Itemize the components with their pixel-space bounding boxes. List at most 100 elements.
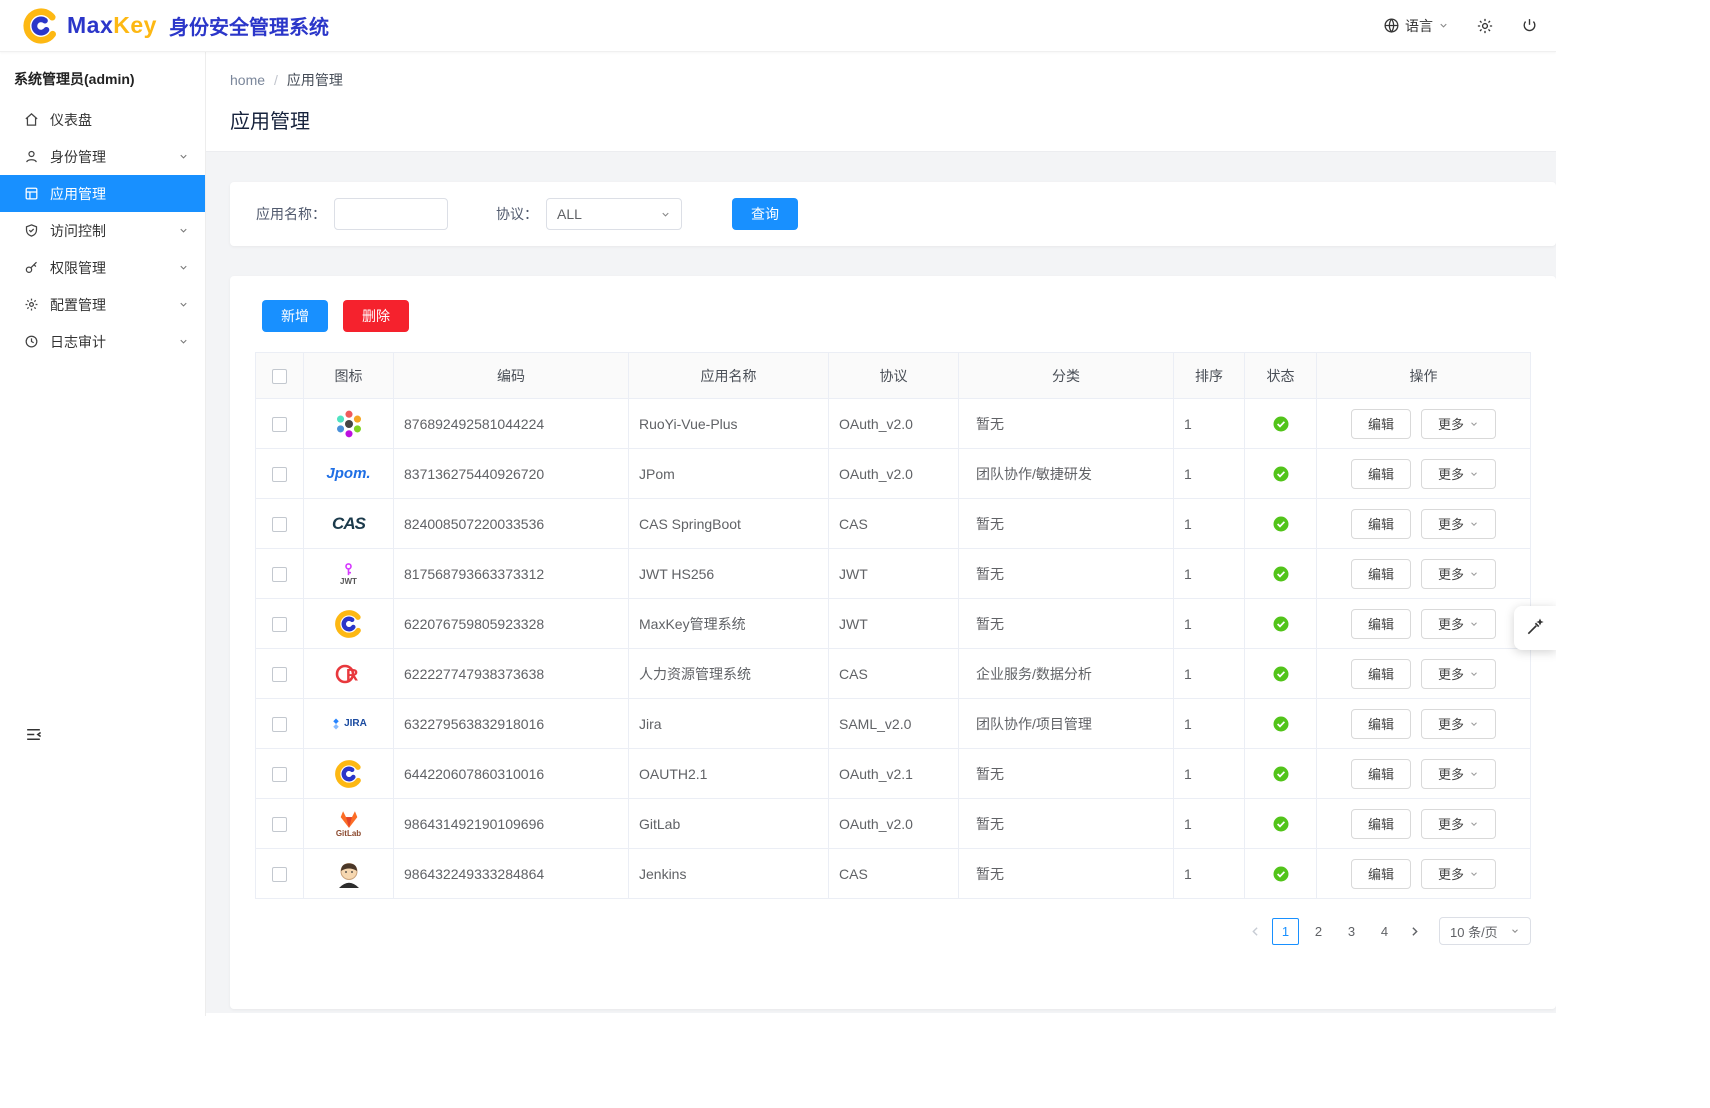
app-category: 暂无 (959, 499, 1174, 549)
edit-button[interactable]: 编辑 (1351, 659, 1411, 689)
select-all-checkbox[interactable] (272, 369, 287, 384)
row-checkbox[interactable] (272, 767, 287, 782)
column-header-icon: 图标 (304, 353, 394, 399)
more-button[interactable]: 更多 (1421, 809, 1496, 839)
more-button[interactable]: 更多 (1421, 659, 1496, 689)
app-name: CAS SpringBoot (629, 499, 829, 549)
more-button[interactable]: 更多 (1421, 759, 1496, 789)
page-button-3[interactable]: 3 (1338, 918, 1365, 945)
search-button[interactable]: 查询 (732, 198, 798, 230)
app-protocol: CAS (829, 649, 959, 699)
identity-icon (24, 149, 39, 164)
edit-button[interactable]: 编辑 (1351, 559, 1411, 589)
delete-button[interactable]: 删除 (343, 300, 409, 332)
sidebar-item-audit[interactable]: 日志审计 (0, 323, 205, 360)
sidebar-item-permission[interactable]: 权限管理 (0, 249, 205, 286)
table-row: CAS 824008507220033536 CAS SpringBoot CA… (256, 499, 1531, 549)
app-protocol: OAuth_v2.0 (829, 399, 959, 449)
sidebar: 系统管理员(admin) 仪表盘 身份管理 应用管理 访问控制 权限管理 (0, 52, 206, 1016)
page-button-2[interactable]: 2 (1305, 918, 1332, 945)
more-button[interactable]: 更多 (1421, 509, 1496, 539)
app-code: 986432249333284864 (394, 849, 629, 899)
table-toolbar: 新增 删除 (255, 300, 1531, 332)
status-enabled-icon (1273, 465, 1289, 481)
apps-icon (24, 186, 39, 201)
row-checkbox[interactable] (272, 467, 287, 482)
row-checkbox[interactable] (272, 517, 287, 532)
protocol-label: 协议： (496, 204, 538, 224)
more-button[interactable]: 更多 (1421, 709, 1496, 739)
edit-button[interactable]: 编辑 (1351, 509, 1411, 539)
page-size-select[interactable]: 10 条/页 (1439, 917, 1531, 945)
app-code: 986431492190109696 (394, 799, 629, 849)
jwt-icon: JWT (332, 557, 366, 591)
more-button[interactable]: 更多 (1421, 859, 1496, 889)
sidebar-item-access[interactable]: 访问控制 (0, 212, 205, 249)
permission-icon (24, 260, 39, 275)
chevron-down-icon (1469, 469, 1479, 479)
prev-page-button[interactable] (1245, 921, 1266, 942)
chevron-down-icon (178, 151, 189, 162)
row-checkbox[interactable] (272, 867, 287, 882)
table-row: Jpom. 837136275440926720 JPom OAuth_v2.0… (256, 449, 1531, 499)
protocol-select[interactable]: ALL (546, 198, 682, 230)
chevron-down-icon (1469, 569, 1479, 579)
more-button[interactable]: 更多 (1421, 559, 1496, 589)
edit-button[interactable]: 编辑 (1351, 809, 1411, 839)
jpom-icon: Jpom. (326, 457, 370, 491)
row-checkbox[interactable] (272, 817, 287, 832)
theme-tool-button[interactable] (1514, 606, 1556, 650)
edit-button[interactable]: 编辑 (1351, 409, 1411, 439)
row-checkbox[interactable] (272, 667, 287, 682)
more-button[interactable]: 更多 (1421, 409, 1496, 439)
edit-button[interactable]: 编辑 (1351, 609, 1411, 639)
status-enabled-icon (1273, 865, 1289, 881)
app-name: JPom (629, 449, 829, 499)
language-label: 语言 (1405, 16, 1433, 36)
more-button[interactable]: 更多 (1421, 459, 1496, 489)
app-category: 企业服务/数据分析 (959, 649, 1174, 699)
app-protocol: CAS (829, 849, 959, 899)
main-content: 应用名称： 协议： ALL 查询 新增 删除 (206, 152, 1556, 1013)
brand-subtitle: 身份安全管理系统 (169, 11, 329, 40)
language-menu[interactable]: 语言 (1383, 16, 1449, 36)
chevron-down-icon (1469, 519, 1479, 529)
magic-wand-icon (1525, 617, 1545, 640)
edit-button[interactable]: 编辑 (1351, 709, 1411, 739)
sidebar-item-dashboard[interactable]: 仪表盘 (0, 101, 205, 138)
row-checkbox[interactable] (272, 617, 287, 632)
sidebar-item-apps[interactable]: 应用管理 (0, 175, 205, 212)
logout-icon[interactable] (1521, 17, 1538, 34)
page-button-1[interactable]: 1 (1272, 918, 1299, 945)
row-checkbox[interactable] (272, 417, 287, 432)
settings-icon[interactable] (1476, 17, 1494, 35)
app-code: 622076759805923328 (394, 599, 629, 649)
app-code: 876892492581044224 (394, 399, 629, 449)
app-order: 1 (1174, 549, 1245, 599)
edit-button[interactable]: 编辑 (1351, 459, 1411, 489)
app-order: 1 (1174, 449, 1245, 499)
table-row: 644220607860310016 OAUTH2.1 OAuth_v2.1 暂… (256, 749, 1531, 799)
add-button[interactable]: 新增 (262, 300, 328, 332)
current-user-label: 系统管理员(admin) (0, 52, 205, 101)
table-row: JWT 817568793663373312 JWT HS256 JWT 暂无 … (256, 549, 1531, 599)
more-button[interactable]: 更多 (1421, 609, 1496, 639)
edit-button[interactable]: 编辑 (1351, 859, 1411, 889)
chevron-down-icon (178, 299, 189, 310)
chevron-down-icon (178, 262, 189, 273)
app-order: 1 (1174, 399, 1245, 449)
page-button-4[interactable]: 4 (1371, 918, 1398, 945)
app-name-input[interactable] (334, 198, 448, 230)
chevron-down-icon (1469, 819, 1479, 829)
app-protocol: JWT (829, 549, 959, 599)
breadcrumb-home[interactable]: home (230, 72, 265, 88)
next-page-button[interactable] (1404, 921, 1425, 942)
edit-button[interactable]: 编辑 (1351, 759, 1411, 789)
jenkins-icon (332, 857, 366, 891)
collapse-sidebar-button[interactable] (24, 725, 43, 747)
sidebar-item-config[interactable]: 配置管理 (0, 286, 205, 323)
app-category: 暂无 (959, 749, 1174, 799)
sidebar-item-identity[interactable]: 身份管理 (0, 138, 205, 175)
row-checkbox[interactable] (272, 717, 287, 732)
row-checkbox[interactable] (272, 567, 287, 582)
